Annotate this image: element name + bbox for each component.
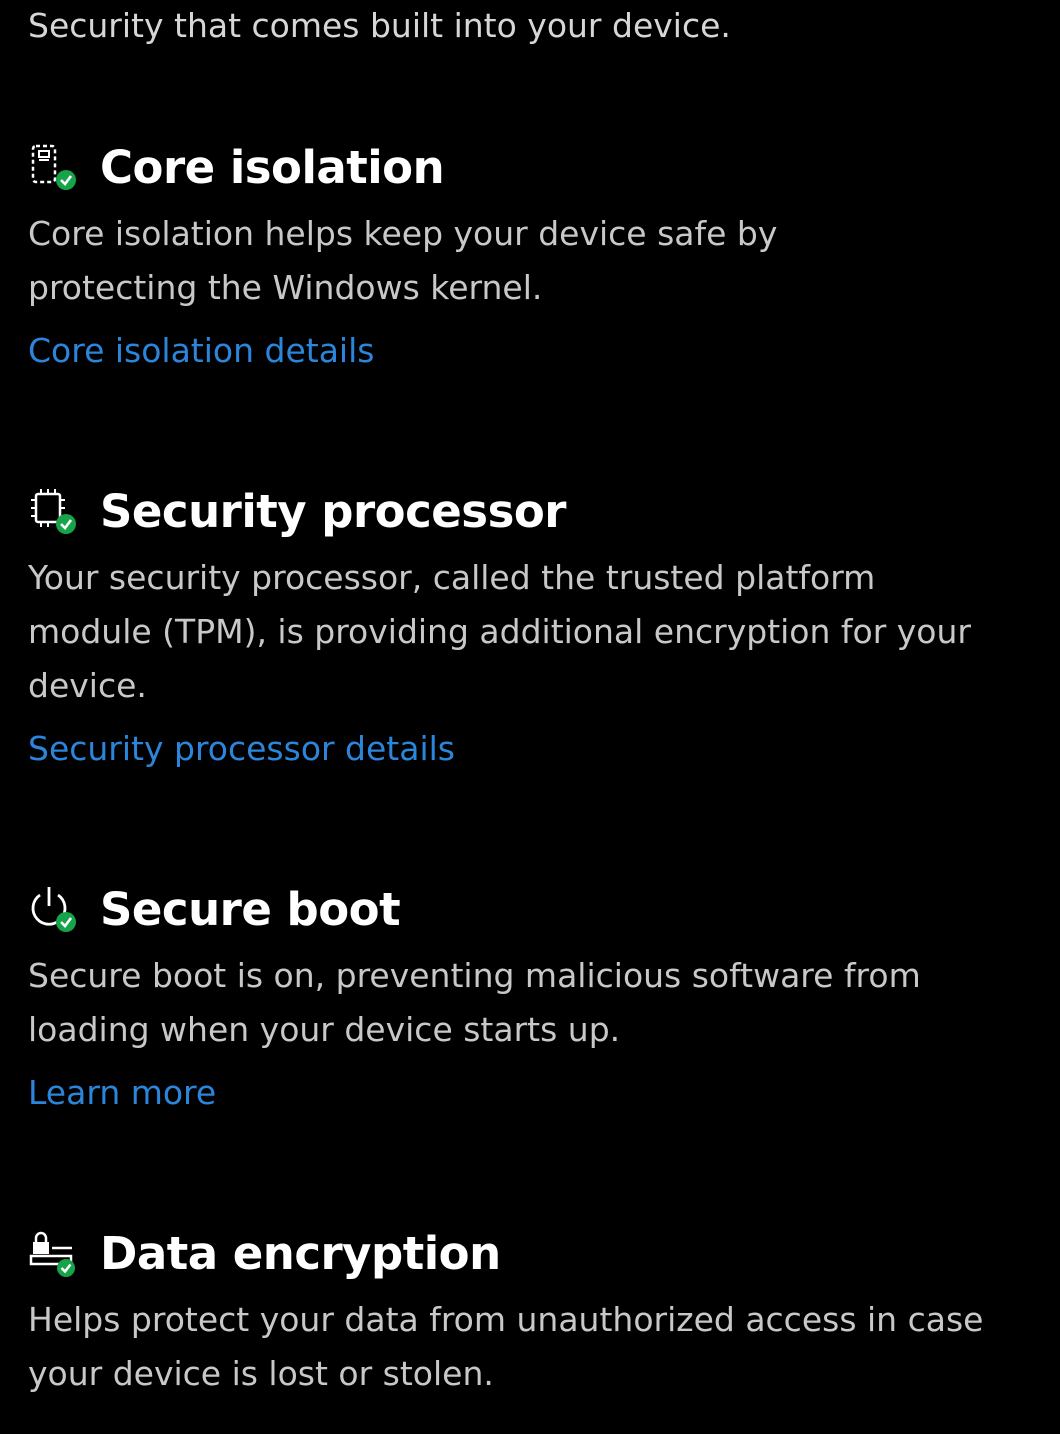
check-badge-icon xyxy=(56,514,76,534)
section-title: Secure boot xyxy=(100,882,401,936)
section-description: Secure boot is on, preventing malicious … xyxy=(28,956,921,1049)
section-header: Core isolation xyxy=(28,137,1038,197)
security-processor-details-link[interactable]: Security processor details xyxy=(28,727,455,771)
section-description: Your security processor, called the trus… xyxy=(28,558,971,705)
section-core-isolation: Core isolation Core isolation helps keep… xyxy=(28,137,1038,373)
check-badge-icon xyxy=(56,912,76,932)
section-header: Data encryption xyxy=(28,1223,1038,1283)
section-data-encryption: Data encryption Helps protect your data … xyxy=(28,1223,1038,1401)
section-security-processor: Security processor Your security process… xyxy=(28,481,1038,771)
learn-more-link[interactable]: Learn more xyxy=(28,1071,216,1115)
page-intro: Security that comes built into your devi… xyxy=(28,6,731,45)
section-title: Data encryption xyxy=(100,1226,501,1280)
section-title: Core isolation xyxy=(100,140,445,194)
section-header: Secure boot xyxy=(28,879,1038,939)
section-secure-boot: Secure boot Secure boot is on, preventin… xyxy=(28,879,1038,1115)
core-isolation-details-link[interactable]: Core isolation details xyxy=(28,329,374,373)
section-header: Security processor xyxy=(28,481,1038,541)
section-title: Security processor xyxy=(100,484,566,538)
section-description: Core isolation helps keep your device sa… xyxy=(28,214,778,307)
check-badge-icon xyxy=(56,170,76,190)
security-processor-icon xyxy=(28,486,78,536)
section-description: Helps protect your data from unauthorize… xyxy=(28,1300,984,1393)
lock-drive-icon xyxy=(28,1228,78,1278)
check-badge-icon xyxy=(57,1259,75,1277)
core-isolation-icon xyxy=(28,142,78,192)
power-icon xyxy=(28,884,78,934)
